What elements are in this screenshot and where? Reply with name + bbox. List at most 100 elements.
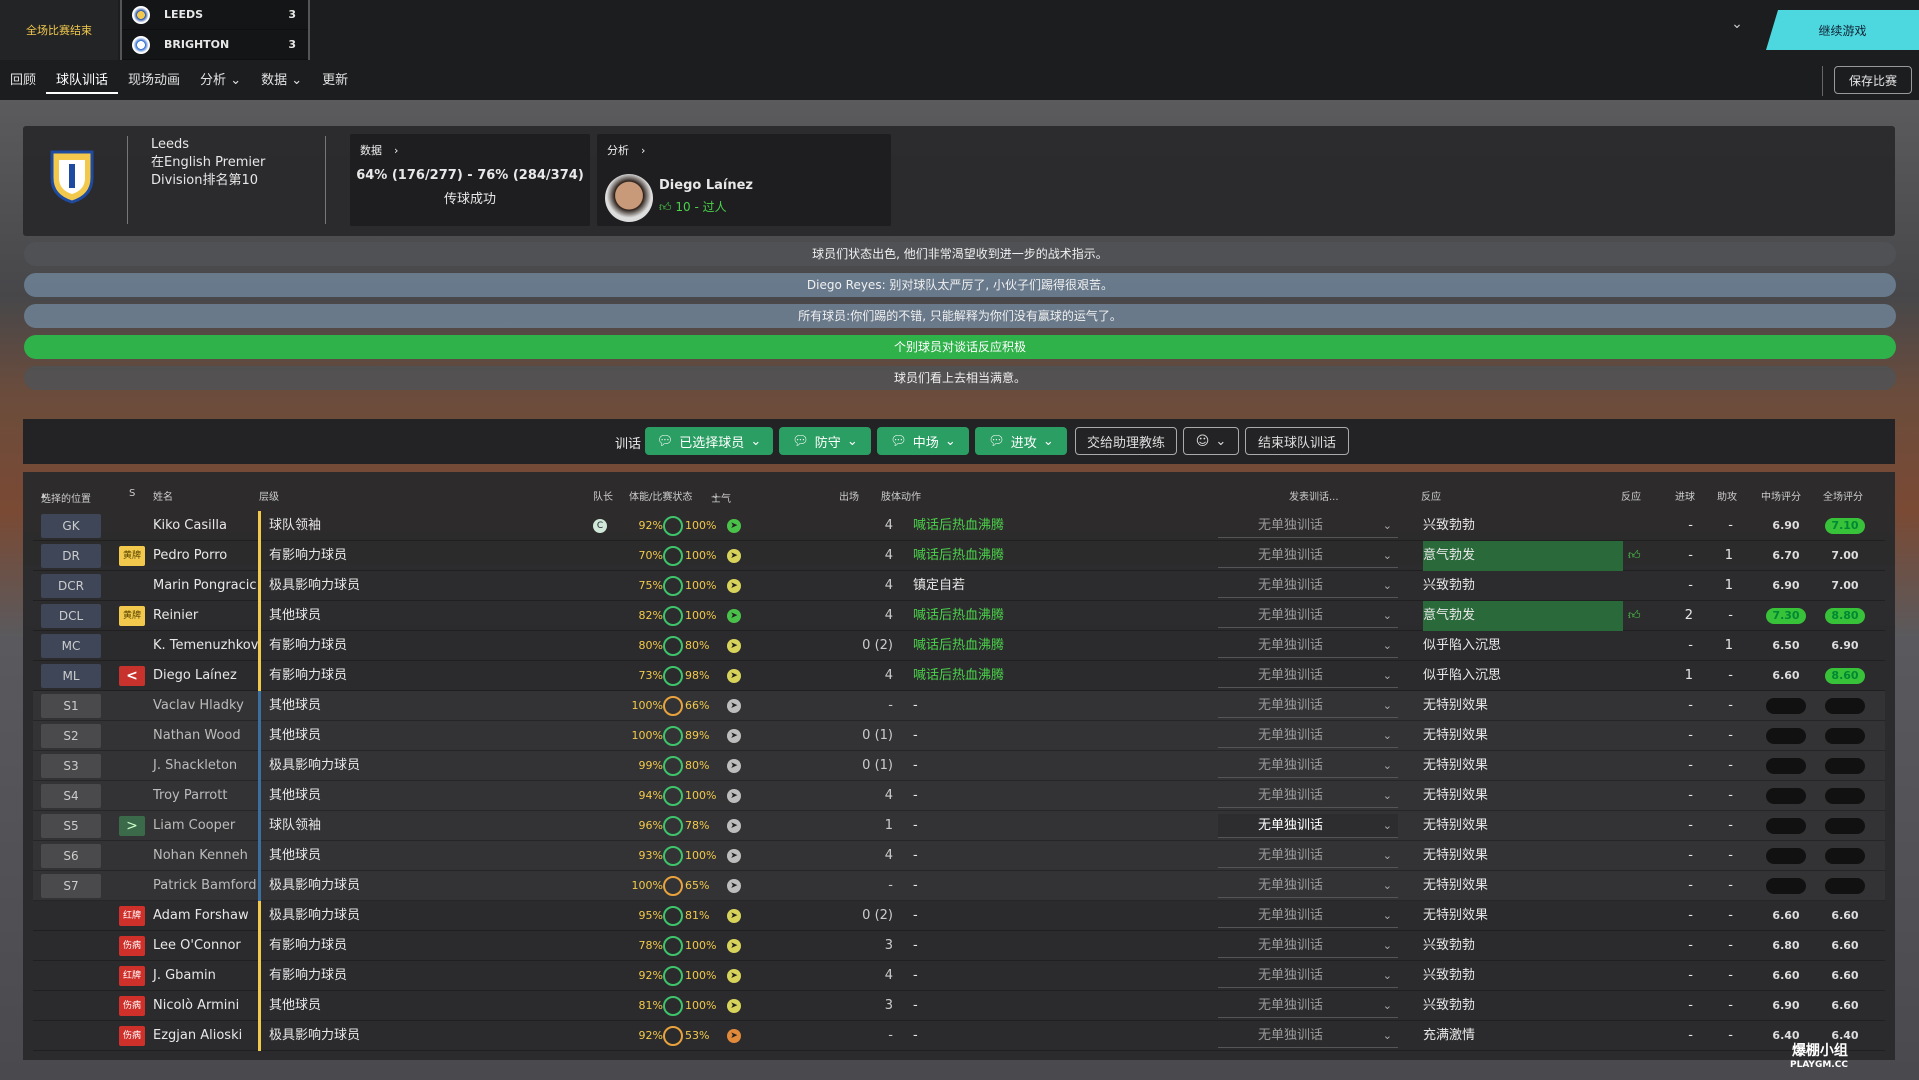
table-row[interactable]: 伤病 Nicolò Armini 其他球员 81% 100% ➤ 3 - 无单独训话 ⌄ 兴致勃勃 -… [33, 991, 1885, 1021]
player-name[interactable]: Diego Laínez [153, 661, 237, 691]
defense-button[interactable]: 💬︎ 防守 ⌄ [779, 427, 871, 455]
attack-button[interactable]: 💬︎ 进攻 ⌄ [975, 427, 1067, 455]
player-name[interactable]: Nicolò Armini [153, 991, 239, 1021]
col-apps[interactable]: 出场 [839, 488, 859, 503]
save-match-button[interactable]: 保存比赛 [1834, 66, 1912, 94]
individual-talk-select[interactable]: 无单独训话 ⌄ [1218, 694, 1398, 718]
table-row[interactable]: S5 > Liam Cooper 球队领袖 96% 78% ➤ 1 - 无单独训话 ⌄ 无特别效果 - - [33, 811, 1885, 841]
analysis-card[interactable]: 分析 › Diego Laínez 👍︎ 10 - 过人 [597, 134, 891, 226]
tab-update[interactable]: 更新 [312, 68, 358, 94]
col-reaction2[interactable]: 反应 [1621, 488, 1641, 503]
player-name[interactable]: Troy Parrott [153, 781, 227, 811]
individual-talk-select[interactable]: 无单独训话 ⌄ [1218, 784, 1398, 808]
individual-talk-select[interactable]: 无单独训话 ⌄ [1218, 874, 1398, 898]
col-fitness[interactable]: 体能/比赛状态 [629, 488, 692, 503]
individual-talk-select[interactable]: 无单独训话 ⌄ [1218, 754, 1398, 778]
table-row[interactable]: DCL 黄牌 Reinier 其他球员 82% 100% ➤ 4 喊话后热血沸腾 无单独训话 ⌄ 意气… [33, 601, 1885, 631]
individual-talk-select[interactable]: 无单独训话 ⌄ [1218, 1024, 1398, 1048]
continue-button[interactable]: 继续游戏 [1766, 10, 1919, 50]
col-reaction[interactable]: 反应 [1421, 488, 1441, 503]
table-row[interactable]: 红牌 J. Gbamin 有影响力球员 92% 100% ➤ 4 - 无单独训话 ⌄ 兴致勃勃 - - 6… [33, 961, 1885, 991]
stats-card[interactable]: 数据 › 64% (176/277) - 76% (284/374) 传球成功 [350, 134, 590, 226]
individual-talk-select[interactable]: 无单独训话 ⌄ [1218, 814, 1398, 838]
col-body[interactable]: 肢体动作 [881, 488, 921, 503]
player-name[interactable]: Lee O'Connor [153, 931, 241, 961]
individual-talk-select[interactable]: 无单独训话 ⌄ [1218, 844, 1398, 868]
chevron-down-icon[interactable]: ⌄ [1722, 16, 1752, 44]
delegate-assistant-button[interactable]: 交给助理教练 [1075, 427, 1177, 455]
table-row[interactable]: S2 Nathan Wood 其他球员 100% 89% ➤ 0 (1) - 无单独训话 ⌄ 无特别… [33, 721, 1885, 751]
player-name[interactable]: Adam Forshaw [153, 901, 249, 931]
end-team-talk-button[interactable]: 结束球队训话 [1245, 427, 1349, 455]
col-full-rating[interactable]: 全场评分 [1823, 488, 1863, 503]
player-name[interactable]: J. Gbamin [153, 961, 216, 991]
player-tier: 极具影响力球员 [269, 758, 361, 773]
message-item: 球员们看上去相当满意。 [24, 366, 1896, 390]
individual-talk-select[interactable]: 无单独训话 ⌄ [1218, 904, 1398, 928]
fitness-value: 82% [638, 609, 663, 622]
speech-bubble-icon: 💬︎ [656, 433, 674, 449]
tab-data[interactable]: 数据 ⌄ [251, 68, 312, 94]
individual-talk-select[interactable]: 无单独训话 ⌄ [1218, 544, 1398, 568]
individual-talk-value: 无单独训话 [1258, 608, 1324, 623]
col-name[interactable]: 姓名 [153, 488, 173, 503]
club-rank-line2: Division排名第10 [151, 173, 259, 188]
table-row[interactable]: GK Kiko Casilla 球队领袖 C 92% 100% ➤ 4 喊话后热血沸腾 无单独训话… [33, 511, 1885, 541]
player-name[interactable]: Reinier [153, 601, 198, 631]
col-half-rating[interactable]: 中场评分 [1761, 488, 1801, 503]
body-language: - [913, 818, 918, 833]
col-individual[interactable]: 发表训话... [1289, 488, 1339, 503]
col-captain[interactable]: 队长 [593, 488, 613, 503]
player-name[interactable]: Pedro Porro [153, 541, 227, 571]
col-goals[interactable]: 进球 [1675, 488, 1695, 503]
midfield-button[interactable]: 💬︎ 中场 ⌄ [877, 427, 969, 455]
appearances: - [888, 1028, 893, 1043]
player-name[interactable]: Nohan Kenneh [153, 841, 248, 871]
player-name[interactable]: J. Shackleton [153, 751, 237, 781]
col-s[interactable]: S [129, 488, 135, 499]
tab-live-animation[interactable]: 现场动画 [118, 68, 190, 94]
tab-analysis[interactable]: 分析 ⌄ [190, 68, 251, 94]
individual-talk-select[interactable]: 无单独训话 ⌄ [1218, 964, 1398, 988]
individual-talk-select[interactable]: 无单独训话 ⌄ [1218, 634, 1398, 658]
player-name[interactable]: K. Temenuzhkov [153, 631, 258, 661]
player-name[interactable]: Marin Pongracic [153, 571, 257, 601]
table-row[interactable]: S6 Nohan Kenneh 其他球员 93% 100% ➤ 4 - 无单独训话 ⌄ 无特别效果 -… [33, 841, 1885, 871]
table-row[interactable]: DR 黄牌 Pedro Porro 有影响力球员 70% 100% ➤ 4 喊话后热血沸腾 无单独… [33, 541, 1885, 571]
selected-players-button[interactable]: 💬︎ 已选择球员 ⌄ [645, 427, 773, 455]
individual-talk-select[interactable]: 无单独训话 ⌄ [1218, 664, 1398, 688]
table-row[interactable]: DCR Marin Pongracic 极具影响力球员 75% 100% ➤ 4 镇定自若 无单… [33, 571, 1885, 601]
player-name[interactable]: Liam Cooper [153, 811, 235, 841]
fitness-value: 100% [631, 729, 663, 742]
position-badge: GK [41, 514, 101, 538]
individual-talk-select[interactable]: 无单独训话 ⌄ [1218, 724, 1398, 748]
col-tier[interactable]: 层级 [259, 488, 279, 503]
player-name[interactable]: Kiko Casilla [153, 511, 227, 541]
chevron-down-icon: ⌄ [1382, 729, 1392, 742]
individual-talk-select[interactable]: 无单独训话 ⌄ [1218, 604, 1398, 628]
tab-team-talk[interactable]: 球队训话 [46, 68, 119, 94]
player-name[interactable]: Patrick Bamford [153, 871, 257, 901]
tone-selector[interactable]: ☺ ⌄ [1183, 427, 1239, 455]
player-name[interactable]: Nathan Wood [153, 721, 241, 751]
table-row[interactable]: S4 Troy Parrott 其他球员 94% 100% ➤ 4 - 无单独训话 ⌄ 无特别效果 -… [33, 781, 1885, 811]
tab-review[interactable]: 回顾 [0, 68, 46, 94]
table-row[interactable]: S1 Vaclav Hladky 其他球员 100% 66% ➤ - - 无单独训话 ⌄ 无特别效果… [33, 691, 1885, 721]
position-badge: DR [41, 544, 101, 568]
table-row[interactable]: 红牌 Adam Forshaw 极具影响力球员 95% 81% ➤ 0 (2) - 无单独训话 ⌄… [33, 901, 1885, 931]
table-row[interactable]: S3 J. Shackleton 极具影响力球员 99% 80% ➤ 0 (1) - 无单独训话… [33, 751, 1885, 781]
individual-talk-select[interactable]: 无单独训话 ⌄ [1218, 514, 1398, 538]
player-name[interactable]: Vaclav Hladky [153, 691, 244, 721]
table-row[interactable]: S7 Patrick Bamford 极具影响力球员 100% 65% ➤ - - 无单独训话 ⌄… [33, 871, 1885, 901]
fitness-value: 81% [638, 999, 663, 1012]
col-assists[interactable]: 助攻 [1717, 488, 1737, 503]
table-row[interactable]: 伤病 Lee O'Connor 有影响力球员 78% 100% ➤ 3 - 无单独训话 ⌄ 兴致勃勃… [33, 931, 1885, 961]
tier-bar [258, 811, 261, 841]
player-name[interactable]: Ezgjan Alioski [153, 1021, 242, 1051]
individual-talk-select[interactable]: 无单独训话 ⌄ [1218, 934, 1398, 958]
table-row[interactable]: 伤病 Ezgjan Alioski 极具影响力球员 92% 53% ➤ - - 无单独训话 ⌄ 充满… [33, 1021, 1885, 1051]
table-row[interactable]: MC K. Temenuzhkov 有影响力球员 80% 80% ➤ 0 (2) 喊话后热血沸… [33, 631, 1885, 661]
individual-talk-select[interactable]: 无单独训话 ⌄ [1218, 994, 1398, 1018]
table-row[interactable]: ML < Diego Laínez 有影响力球员 73% 98% ➤ 4 喊话后热血沸腾 无单独训… [33, 661, 1885, 691]
individual-talk-select[interactable]: 无单独训话 ⌄ [1218, 574, 1398, 598]
